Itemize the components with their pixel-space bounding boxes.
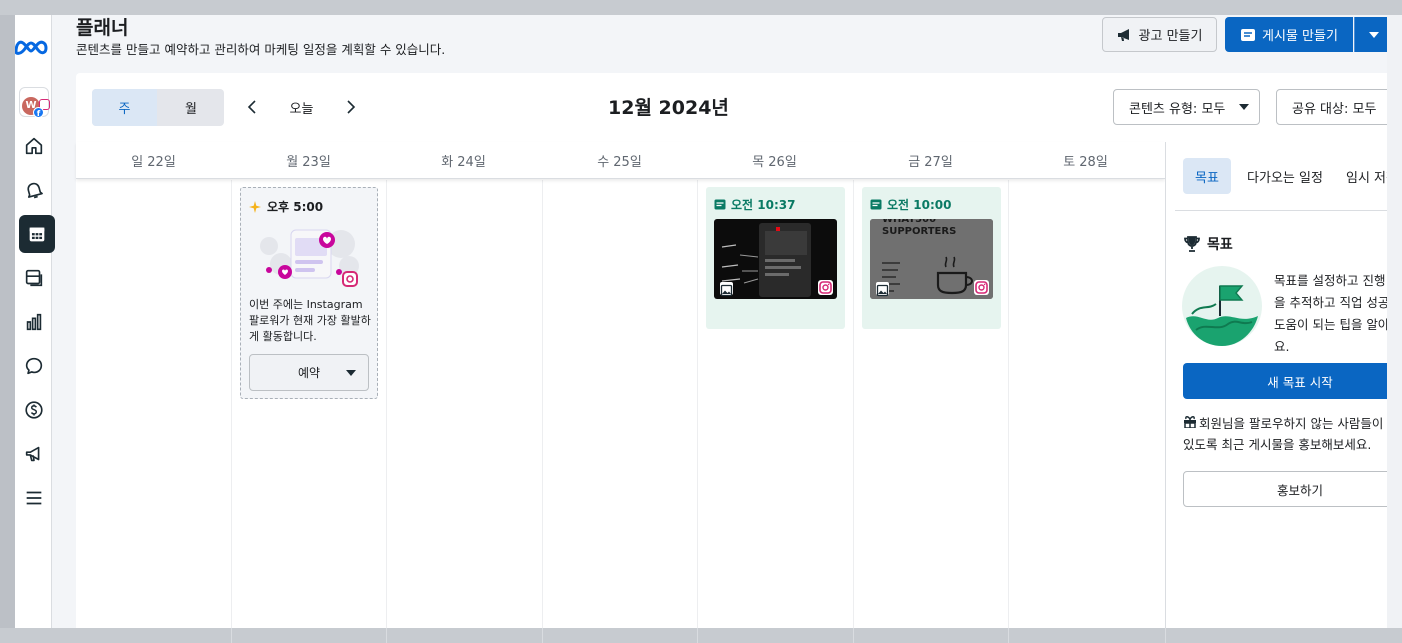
goals-heading-label: 목표: [1207, 237, 1233, 253]
column-divider: [231, 180, 232, 628]
caret-down-icon: [1239, 104, 1249, 110]
post-time: 오전 10:00: [870, 196, 951, 213]
day-label: 목 26일: [752, 155, 797, 170]
page-title: 플래너: [76, 17, 129, 39]
column-divider: [853, 180, 854, 628]
insights-icon[interactable]: [15, 303, 52, 341]
post-icon: [1241, 28, 1256, 41]
ads-icon[interactable]: [15, 435, 52, 473]
goals-heading: 목표: [1183, 234, 1233, 254]
gift-icon: [1183, 413, 1199, 434]
create-post-label: 게시물 만들기: [1262, 29, 1338, 44]
suggested-time-card[interactable]: 오후 5:00 이번 주에는 Instagram 팔로워가 현재 가장 활발하게…: [240, 187, 378, 399]
day-label: 토 28일: [1063, 155, 1108, 170]
suggested-time: 오후 5:00: [249, 198, 323, 215]
backdrop-bottom: [0, 628, 1402, 643]
tab-goals[interactable]: 목표: [1183, 158, 1231, 194]
photo-badge-icon: [720, 282, 733, 297]
calendar-icon[interactable]: [19, 215, 55, 253]
content-type-filter-label: 콘텐츠 유형: 모두: [1129, 101, 1226, 117]
home-icon[interactable]: [15, 127, 52, 165]
create-post-dropdown-button[interactable]: [1354, 17, 1387, 52]
today-button[interactable]: 오늘: [274, 95, 329, 119]
instagram-icon: [818, 280, 833, 295]
post-type-icon: [870, 199, 882, 210]
content-icon[interactable]: [15, 259, 52, 297]
sparkle-icon: [249, 200, 261, 213]
shared-with-filter-label: 공유 대상: 모두: [1292, 101, 1377, 117]
previous-week-button[interactable]: [241, 95, 263, 119]
megaphone-icon: [1117, 28, 1129, 41]
post-time-label: 오전 10:00: [887, 198, 952, 212]
schedule-button[interactable]: 예약: [249, 354, 369, 391]
goals-illustration: [1182, 266, 1262, 346]
promote-button[interactable]: 홍보하기: [1183, 471, 1387, 507]
column-divider: [1008, 180, 1009, 628]
day-label: 일 22일: [131, 155, 176, 170]
caret-down-icon: [1369, 31, 1379, 38]
chevron-right-icon: [347, 100, 356, 114]
view-toggle: 주 월: [92, 89, 224, 126]
month-label: 12월 2024년: [608, 97, 729, 119]
view-month-tab[interactable]: 월: [158, 89, 224, 126]
day-label: 화 24일: [441, 155, 486, 170]
scheduled-post-card[interactable]: 오전 10:37: [706, 187, 845, 329]
side-panel: 목표 다가오는 일정 임시 저장 목표 목표를 설정하고 진행 상황을 추적하고…: [1165, 142, 1387, 628]
meta-logo-icon[interactable]: [15, 37, 53, 59]
promo-text: 회원님을 팔로우하지 않는 사람들이 볼 수 있도록 최근 게시물을 홍보해보세…: [1183, 413, 1387, 455]
post-time-label: 오전 10:37: [731, 198, 796, 212]
view-week-tab[interactable]: 주: [92, 89, 157, 126]
trophy-icon: [1184, 236, 1200, 252]
notifications-icon[interactable]: [15, 171, 52, 209]
schedule-button-label: 예약: [297, 366, 321, 380]
calendar-panel: 주 월 오늘 12월 2024년 콘텐츠 유형: 모두 공유 대상: 모두 일 …: [76, 73, 1387, 628]
backdrop-right: [1387, 15, 1402, 643]
suggested-time-label: 오후 5:00: [267, 200, 324, 214]
backdrop-top: [0, 0, 1402, 15]
inbox-icon[interactable]: [15, 347, 52, 385]
suggestion-text: 이번 주에는 Instagram 팔로워가 현재 가장 활발하게 활동합니다.: [249, 298, 371, 343]
next-week-button[interactable]: [340, 95, 362, 119]
day-label: 금 27일: [908, 155, 953, 170]
post-type-icon: [714, 199, 726, 210]
photo-badge-icon: [876, 282, 889, 297]
day-label: 월 23일: [286, 155, 331, 170]
left-nav-rail: W f: [15, 15, 55, 628]
monetization-icon[interactable]: [15, 391, 52, 429]
instagram-icon: [974, 280, 989, 295]
post-thumbnail[interactable]: [714, 219, 837, 299]
promo-text-label: 회원님을 팔로우하지 않는 사람들이 볼 수 있도록 최근 게시물을 홍보해보세…: [1183, 416, 1387, 452]
post-time: 오전 10:37: [714, 196, 795, 213]
caret-down-icon: [346, 370, 356, 376]
account-switcher[interactable]: W f: [19, 87, 50, 118]
tab-drafts[interactable]: 임시 저장: [1346, 158, 1387, 194]
audience-activity-illustration: [260, 229, 359, 287]
column-divider: [386, 180, 387, 628]
column-divider: [542, 180, 543, 628]
content-type-filter[interactable]: 콘텐츠 유형: 모두: [1113, 89, 1260, 125]
divider: [1175, 210, 1387, 211]
menu-icon[interactable]: [15, 479, 52, 517]
column-divider: [697, 180, 698, 628]
create-ad-label: 광고 만들기: [1138, 29, 1203, 44]
facebook-badge-icon: f: [33, 107, 44, 118]
page-subtitle: 콘텐츠를 만들고 예약하고 관리하여 마케팅 일정을 계획할 수 있습니다.: [76, 42, 446, 57]
create-post-button[interactable]: 게시물 만들기: [1225, 17, 1353, 52]
day-label: 수 25일: [597, 155, 642, 170]
goals-description: 목표를 설정하고 진행 상황을 추적하고 직업 성공에 도움이 되는 팁을 알아…: [1274, 273, 1387, 354]
tab-upcoming[interactable]: 다가오는 일정: [1240, 158, 1330, 194]
create-ad-button[interactable]: 광고 만들기: [1102, 17, 1217, 52]
new-goal-button[interactable]: 새 목표 시작: [1183, 363, 1387, 399]
shared-with-filter[interactable]: 공유 대상: 모두: [1276, 89, 1387, 125]
scheduled-post-card[interactable]: 오전 10:00 WHAT500 SUPPORTERS: [862, 187, 1001, 329]
chevron-left-icon: [247, 100, 256, 114]
post-thumbnail[interactable]: WHAT500 SUPPORTERS: [870, 219, 993, 299]
day-header-row: 일 22일 월 23일 화 24일 수 25일 목 26일 금 27일 토 28…: [76, 142, 1165, 179]
planner-app: W f 플래너 콘텐츠를 만들고 예약하고 관리하여 마케팅 일정을 계획할 수…: [15, 15, 1387, 628]
